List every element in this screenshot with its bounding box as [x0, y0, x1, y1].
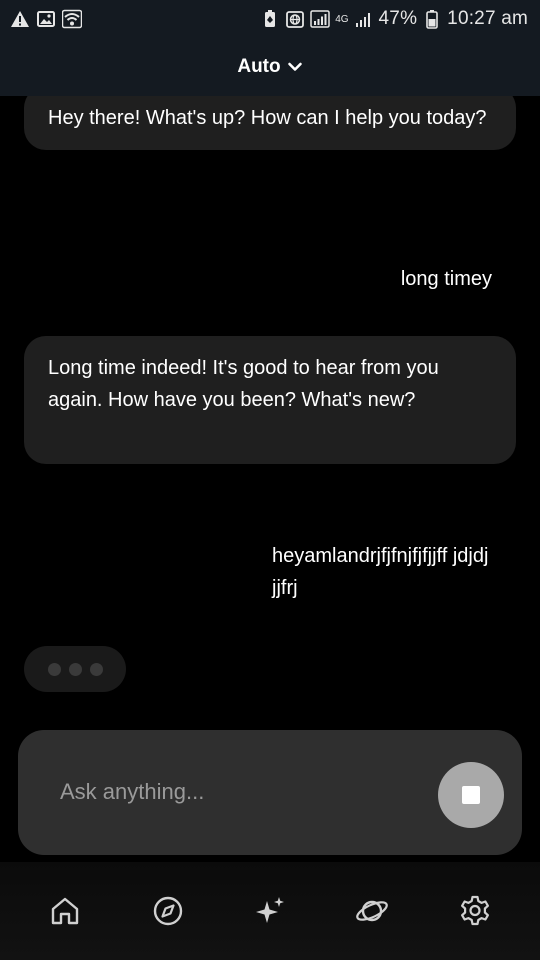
status-right: 4G 47% 10:27 am — [260, 8, 528, 30]
stop-icon — [462, 786, 480, 804]
bottom-nav — [0, 862, 540, 960]
clock: 10:27 am — [447, 8, 528, 29]
user-message-text: heyamlandrjfjfnjfjfjjff jdjdjjjfrj — [272, 545, 489, 599]
typing-dot — [47, 662, 61, 676]
model-label: Auto — [237, 56, 281, 77]
compass-icon — [153, 896, 182, 926]
model-selector[interactable]: Auto — [237, 56, 302, 78]
assistant-message: Hey there! What's up? How can I help you… — [24, 96, 516, 150]
network-type-label: 4G — [335, 13, 349, 25]
chevron-down-icon — [287, 62, 302, 71]
nav-settings[interactable] — [443, 879, 507, 943]
signal-bars-icon — [354, 9, 374, 29]
nav-explore[interactable] — [136, 879, 200, 943]
typing-indicator — [24, 646, 126, 692]
image-icon — [36, 9, 56, 29]
message-input[interactable] — [60, 774, 420, 810]
chat-area[interactable]: Hey there! What's up? How can I help you… — [0, 96, 540, 726]
typing-dot — [68, 662, 82, 676]
warning-icon — [10, 9, 30, 29]
home-icon — [51, 897, 79, 925]
battery-percent: 47% — [378, 8, 418, 29]
signal-icon — [310, 9, 330, 29]
user-message: long timey — [401, 263, 492, 295]
assistant-message-text: Long time indeed! It's good to hear from… — [48, 357, 439, 411]
app-screen: 4G 47% 10:27 am Auto Hey there! What's u… — [0, 0, 540, 960]
user-message-text: long timey — [400, 268, 492, 290]
nav-home[interactable] — [33, 879, 97, 943]
globe-icon — [285, 9, 305, 29]
status-bar: 4G 47% 10:27 am — [0, 0, 540, 38]
planet-icon — [356, 900, 389, 922]
assistant-message: Long time indeed! It's good to hear from… — [24, 336, 516, 464]
sparkle-icon — [255, 897, 284, 923]
battery-icon — [422, 9, 442, 29]
status-left — [10, 9, 82, 29]
nav-ai[interactable] — [238, 879, 302, 943]
wifi-icon — [62, 9, 82, 29]
stop-button[interactable] — [438, 762, 504, 828]
nav-discover[interactable] — [340, 879, 404, 943]
gear-icon — [460, 895, 489, 926]
typing-dot — [89, 662, 103, 676]
composer — [18, 730, 522, 855]
assistant-message-text: Hey there! What's up? How can I help you… — [48, 107, 487, 129]
battery-saver-icon — [260, 9, 280, 29]
app-header: Auto — [0, 38, 540, 96]
user-message: heyamlandrjfjfnjfjfjjff jdjdjjjfrj — [272, 540, 492, 604]
